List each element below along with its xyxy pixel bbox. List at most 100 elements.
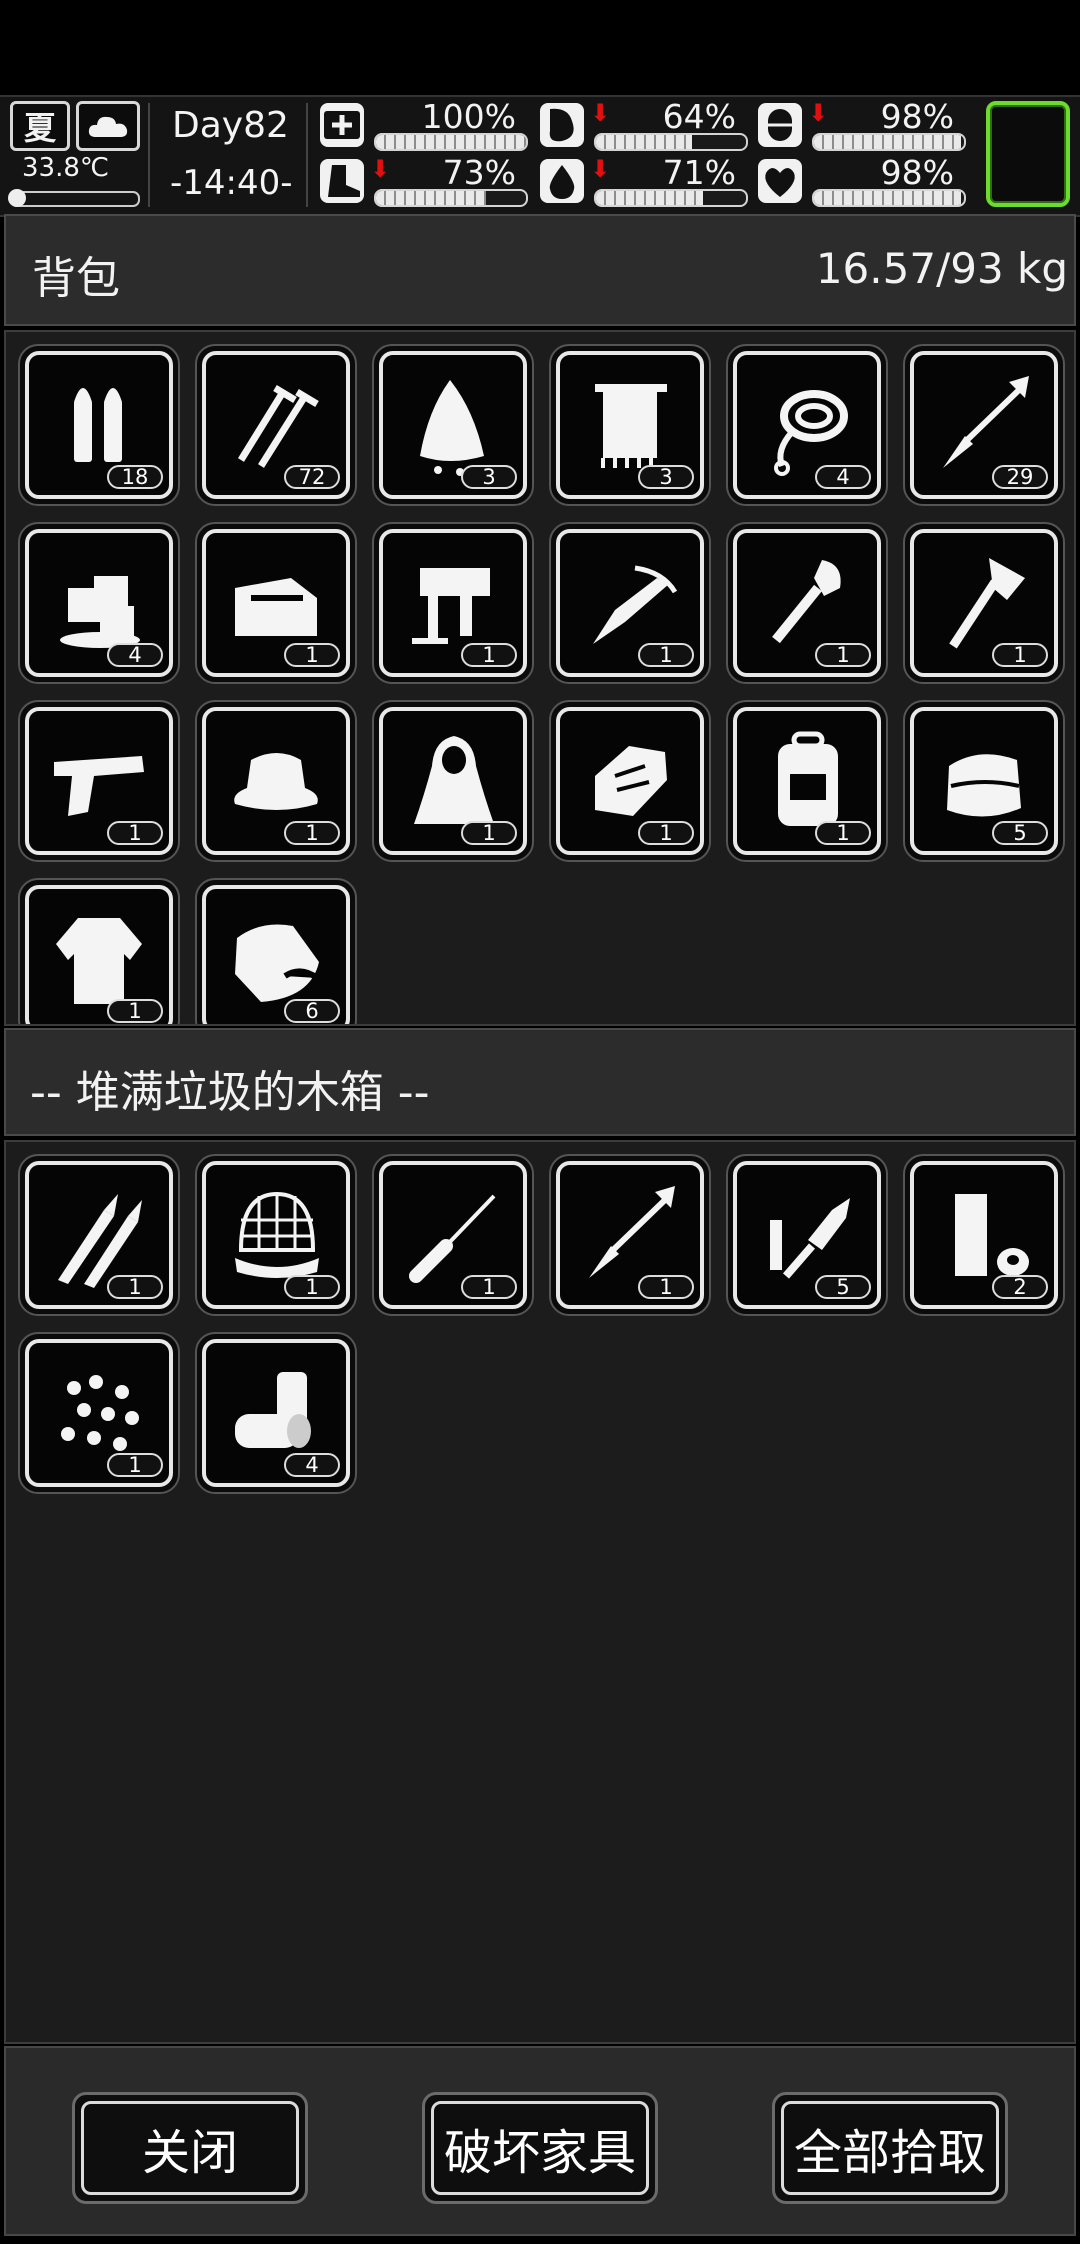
stat-mood-percent: 98% — [880, 97, 954, 136]
backpack-icon — [752, 726, 862, 836]
item-count: 1 — [815, 643, 871, 667]
food-bag-icon — [221, 904, 331, 1014]
item-slot[interactable]: 72 — [195, 344, 357, 506]
medkit-icon — [320, 103, 364, 147]
temperature-text: 33.8℃ — [22, 153, 110, 183]
destroy-furniture-button[interactable]: 破坏家具 — [422, 2092, 658, 2204]
item-slot[interactable]: 3 — [372, 344, 534, 506]
item-slot[interactable]: 4 — [18, 522, 180, 684]
nails-icon — [221, 370, 331, 480]
item-frame: 6 — [202, 885, 350, 1024]
item-slot[interactable]: 18 — [18, 344, 180, 506]
item-count: 6 — [284, 999, 340, 1023]
item-frame: 1 — [556, 1161, 704, 1309]
tape-icon — [929, 1180, 1039, 1290]
item-count: 2 — [992, 1275, 1048, 1299]
item-slot[interactable]: 3 — [549, 344, 711, 506]
pistol-icon — [44, 726, 154, 836]
item-frame: 1 — [556, 707, 704, 855]
item-slot[interactable]: 4 — [726, 344, 888, 506]
item-slot[interactable]: 1 — [372, 700, 534, 862]
axe-icon — [929, 548, 1039, 658]
item-slot[interactable]: 1 — [372, 1154, 534, 1316]
container-title: -- 堆满垃圾的木箱 -- — [30, 1067, 430, 1118]
item-frame: 1 — [202, 707, 350, 855]
stat-hunger-bar — [594, 133, 748, 151]
item-frame: 1 — [556, 529, 704, 677]
gloves-icon — [575, 726, 685, 836]
stat-heart-bar — [812, 189, 966, 207]
item-count: 1 — [107, 1453, 163, 1477]
item-count: 1 — [107, 999, 163, 1023]
take-all-button[interactable]: 全部拾取 — [772, 2092, 1008, 2204]
item-slot[interactable]: 1 — [726, 700, 888, 862]
item-slot[interactable]: 1 — [195, 1154, 357, 1316]
item-count: 1 — [638, 643, 694, 667]
item-count: 1 — [815, 821, 871, 845]
item-slot[interactable]: 29 — [903, 344, 1065, 506]
equipped-slot[interactable] — [986, 101, 1070, 207]
item-slot[interactable]: 6 — [195, 878, 357, 1024]
item-slot[interactable]: 1 — [549, 1154, 711, 1316]
item-frame: 72 — [202, 351, 350, 499]
item-slot[interactable]: 1 — [903, 522, 1065, 684]
hat-icon — [221, 726, 331, 836]
item-count: 1 — [638, 1275, 694, 1299]
backpack-header: 背包 16.57/93 kg — [4, 214, 1076, 326]
day-text: Day82 — [172, 105, 289, 146]
close-button[interactable]: 关闭 — [72, 2092, 308, 2204]
screwdriver-icon — [398, 1180, 508, 1290]
item-count: 1 — [461, 1275, 517, 1299]
decrease-arrow-icon: ⬇ — [590, 99, 611, 127]
item-frame: 1 — [379, 707, 527, 855]
item-frame: 1 — [379, 1161, 527, 1309]
folded-cloth-icon — [929, 726, 1039, 836]
item-frame: 5 — [910, 707, 1058, 855]
item-slot[interactable]: 1 — [195, 700, 357, 862]
item-frame: 1 — [25, 1339, 173, 1487]
item-slot[interactable]: 1 — [18, 1154, 180, 1316]
item-slot[interactable]: 1 — [549, 522, 711, 684]
item-count: 3 — [638, 465, 694, 489]
time-text: -14:40- — [170, 163, 293, 203]
item-slot[interactable]: 2 — [903, 1154, 1065, 1316]
item-frame: 5 — [733, 1161, 881, 1309]
item-frame: 29 — [910, 351, 1058, 499]
item-slot[interactable]: 1 — [372, 522, 534, 684]
heart-icon — [758, 159, 802, 203]
item-frame: 3 — [556, 351, 704, 499]
item-frame: 1 — [25, 707, 173, 855]
pill-icon — [758, 103, 802, 147]
item-slot[interactable]: 1 — [195, 522, 357, 684]
container-grid[interactable]: 1 1 1 1 5 2 1 4 — [4, 1140, 1076, 2044]
item-slot[interactable]: 5 — [726, 1154, 888, 1316]
boot-icon — [320, 159, 364, 203]
item-slot[interactable]: 4 — [195, 1332, 357, 1494]
item-slot[interactable]: 5 — [903, 700, 1065, 862]
thermometer-bar — [8, 189, 140, 207]
divider — [306, 103, 308, 207]
drill-icon — [398, 548, 508, 658]
item-frame: 1 — [202, 1161, 350, 1309]
item-frame: 4 — [202, 1339, 350, 1487]
item-frame: 1 — [202, 529, 350, 677]
item-slot[interactable]: 1 — [18, 700, 180, 862]
item-slot[interactable]: 1 — [549, 700, 711, 862]
stat-thirst-bar — [594, 189, 748, 207]
stat-hunger-percent: 64% — [662, 97, 736, 136]
item-frame: 1 — [910, 529, 1058, 677]
stat-mood-bar — [812, 133, 966, 151]
item-slot[interactable]: 1 — [18, 878, 180, 1024]
item-count: 1 — [284, 643, 340, 667]
net-icon — [221, 1180, 331, 1290]
backpack-grid[interactable]: 18 72 3 3 4 29 4 1 1 1 1 1 1 1 1 1 1 5 1 6 — [4, 330, 1076, 1026]
spark-plug-icon — [752, 1180, 862, 1290]
item-slot[interactable]: 1 — [726, 522, 888, 684]
cloth-rag-icon — [398, 370, 508, 480]
item-count: 1 — [638, 821, 694, 845]
item-slot[interactable]: 1 — [18, 1332, 180, 1494]
item-count: 1 — [107, 821, 163, 845]
decrease-arrow-icon: ⬇ — [808, 99, 829, 127]
item-count: 29 — [992, 465, 1048, 489]
item-count: 18 — [107, 465, 163, 489]
